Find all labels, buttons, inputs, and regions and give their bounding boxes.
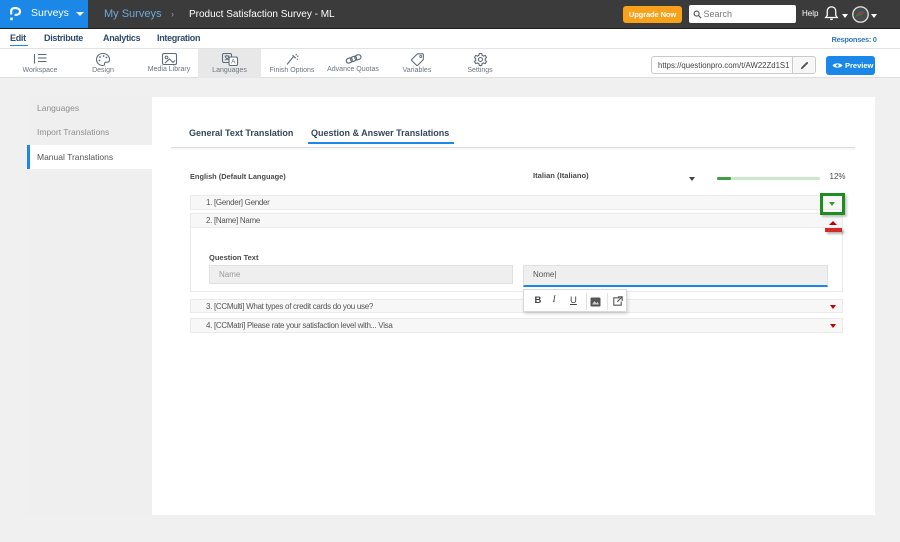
svg-text:A: A [231,59,236,66]
